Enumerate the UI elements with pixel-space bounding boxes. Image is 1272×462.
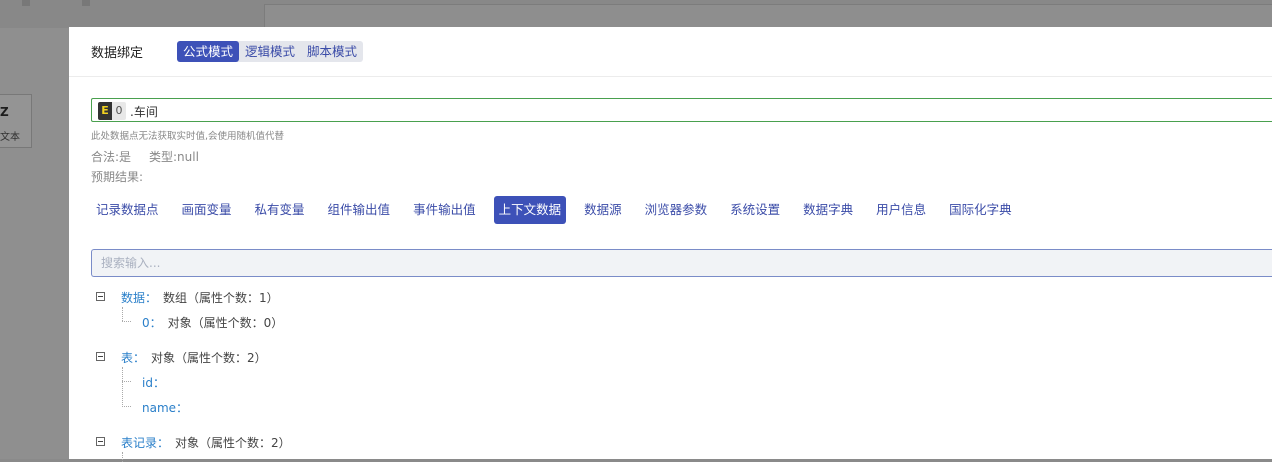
random-value-hint: 此处数据点无法获取实时值,会使用随机值代替 [91, 131, 285, 142]
tree-node[interactable]: name： [142, 399, 188, 416]
tree-node-key: 数据： [121, 291, 158, 305]
tree-node[interactable]: 0： 对象（属性个数：0） [142, 314, 283, 331]
collapse-icon[interactable] [96, 437, 105, 446]
tab-i18n-dictionary[interactable]: 国际化字典 [944, 196, 1017, 224]
tree-connector [122, 406, 131, 407]
data-binding-dialog: 数据绑定 公式模式 逻辑模式 脚本模式 E 0 .车间 此处数据点无法获取实时值… [69, 27, 1272, 462]
tree-node-key: 表记录： [121, 436, 170, 450]
collapse-icon[interactable] [96, 292, 105, 301]
mode-switch: 公式模式 逻辑模式 脚本模式 [177, 41, 364, 62]
chip-index: 0 [112, 102, 126, 120]
tree-node-value: 数组（属性个数：1） [163, 291, 279, 305]
tab-screen-variables[interactable]: 画面变量 [177, 196, 237, 224]
type-status: 类型:null [149, 150, 199, 164]
tree-node[interactable]: 表记录： 对象（属性个数：2） [121, 434, 291, 451]
tree-node[interactable]: id： [142, 374, 165, 391]
tree-connector [122, 381, 131, 382]
validity-status: 合法:是 [91, 150, 132, 164]
tree-node-key: 表： [121, 351, 146, 365]
formula-text: .车间 [130, 105, 158, 119]
tree-node-value: 对象（属性个数：2） [175, 436, 291, 450]
tab-data-source[interactable]: 数据源 [579, 196, 627, 224]
source-tabs: 记录数据点 画面变量 私有变量 组件输出值 事件输出值 上下文数据 数据源 浏览… [91, 196, 1030, 224]
mode-formula-button[interactable]: 公式模式 [177, 41, 240, 62]
tab-private-variables[interactable]: 私有变量 [250, 196, 310, 224]
tree-node-value: 对象（属性个数：2） [151, 351, 267, 365]
mode-script-button[interactable]: 脚本模式 [301, 41, 363, 62]
mode-logic-button[interactable]: 逻辑模式 [239, 41, 301, 62]
search-input[interactable]: 搜索输入... [91, 249, 1272, 277]
tree-connector [122, 307, 123, 321]
tree-connector [122, 321, 131, 322]
expression-chip-icon: E [98, 102, 112, 120]
tab-record-data-point[interactable]: 记录数据点 [91, 196, 164, 224]
tab-user-info[interactable]: 用户信息 [871, 196, 931, 224]
tab-browser-params[interactable]: 浏览器参数 [640, 196, 713, 224]
tab-event-output[interactable]: 事件输出值 [408, 196, 481, 224]
formula-input[interactable]: E 0 .车间 [91, 98, 1272, 122]
tab-context-data[interactable]: 上下文数据 [493, 196, 567, 224]
tree-node-key: name： [142, 401, 189, 415]
tab-component-output[interactable]: 组件输出值 [323, 196, 396, 224]
tree-node-key: id： [142, 376, 165, 390]
tree-node[interactable]: 数据： 数组（属性个数：1） [121, 289, 279, 306]
tree-connector [122, 367, 123, 407]
data-point-chip[interactable]: E 0 [98, 102, 126, 120]
dialog-title: 数据绑定 [91, 46, 144, 61]
tab-system-settings[interactable]: 系统设置 [725, 196, 785, 224]
tree-connector [122, 452, 123, 462]
collapse-icon[interactable] [96, 352, 105, 361]
expected-result: 预期结果: [91, 170, 144, 184]
tree-node[interactable]: 表： 对象（属性个数：2） [121, 349, 267, 366]
tab-data-dictionary[interactable]: 数据字典 [798, 196, 858, 224]
dialog-header: 数据绑定 公式模式 逻辑模式 脚本模式 [69, 27, 1272, 77]
tree-node-key: 0： [142, 316, 162, 330]
tree-node-value: 对象（属性个数：0） [167, 316, 284, 330]
